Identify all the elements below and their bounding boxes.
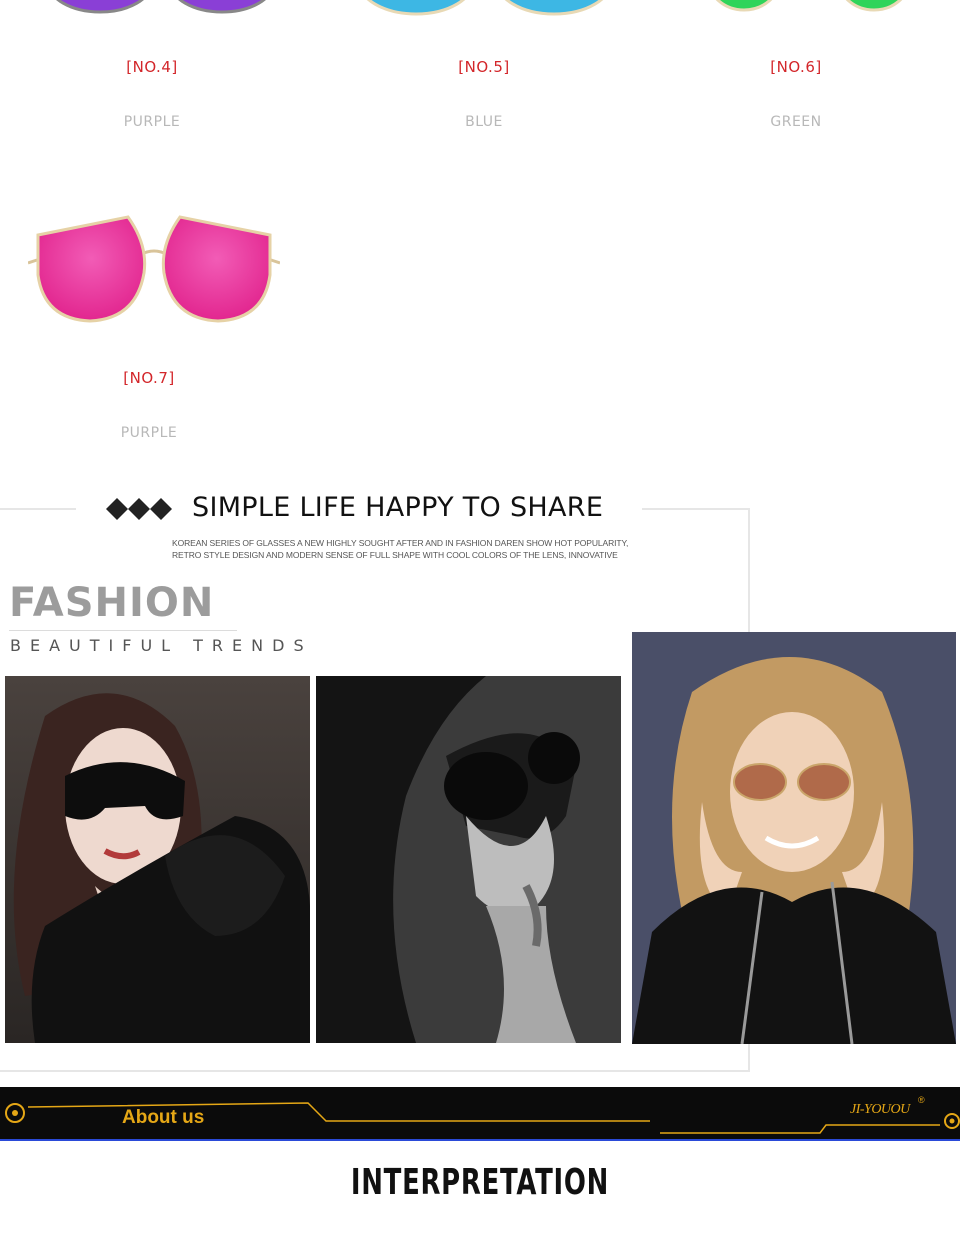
variant-color-name: BLUE [465,114,503,130]
model-photo-monochrome [316,676,621,1043]
trademark-symbol: ® [918,1095,925,1105]
variant-color-name: PURPLE [120,425,178,441]
variant-code: [NO.7] [123,369,175,387]
variant-code: [NO.6] [770,58,822,76]
diamond-bullets-icon [106,498,176,520]
variant-color-name: PURPLE [123,114,181,130]
variant-no6[interactable]: [NO.6] GREEN [666,58,926,130]
glasses-image-no4 [40,0,270,18]
fashion-tagline: BEAUTIFUL TRENDS [10,636,313,655]
share-title: SIMPLE LIFE HAPPY TO SHARE [192,492,604,523]
model-photo-aviators [632,632,956,1044]
fashion-divider [9,630,237,631]
model-photo-lace-dress [5,676,310,1043]
share-subtitle: KOREAN SERIES OF GLASSES A NEW HIGHLY SO… [172,538,629,560]
variant-color-name: GREEN [770,114,822,130]
glasses-image-no5 [350,0,620,20]
variant-code: [NO.4] [126,58,178,76]
variant-no4[interactable]: [NO.4] PURPLE [22,58,282,130]
variant-no5[interactable]: [NO.5] BLUE [354,58,614,130]
brand-logo: JI-YOUOU [850,1102,910,1117]
glasses-image-no6 [700,0,930,16]
about-us-label[interactable]: About us [122,1107,204,1129]
variant-code: [NO.5] [458,58,510,76]
glasses-image-no7 [27,215,281,327]
fashion-heading: FASHION [9,580,215,626]
interpretation-heading: INTERPRETATION [350,1162,610,1203]
variant-no7[interactable]: [NO.7] PURPLE [19,369,279,441]
